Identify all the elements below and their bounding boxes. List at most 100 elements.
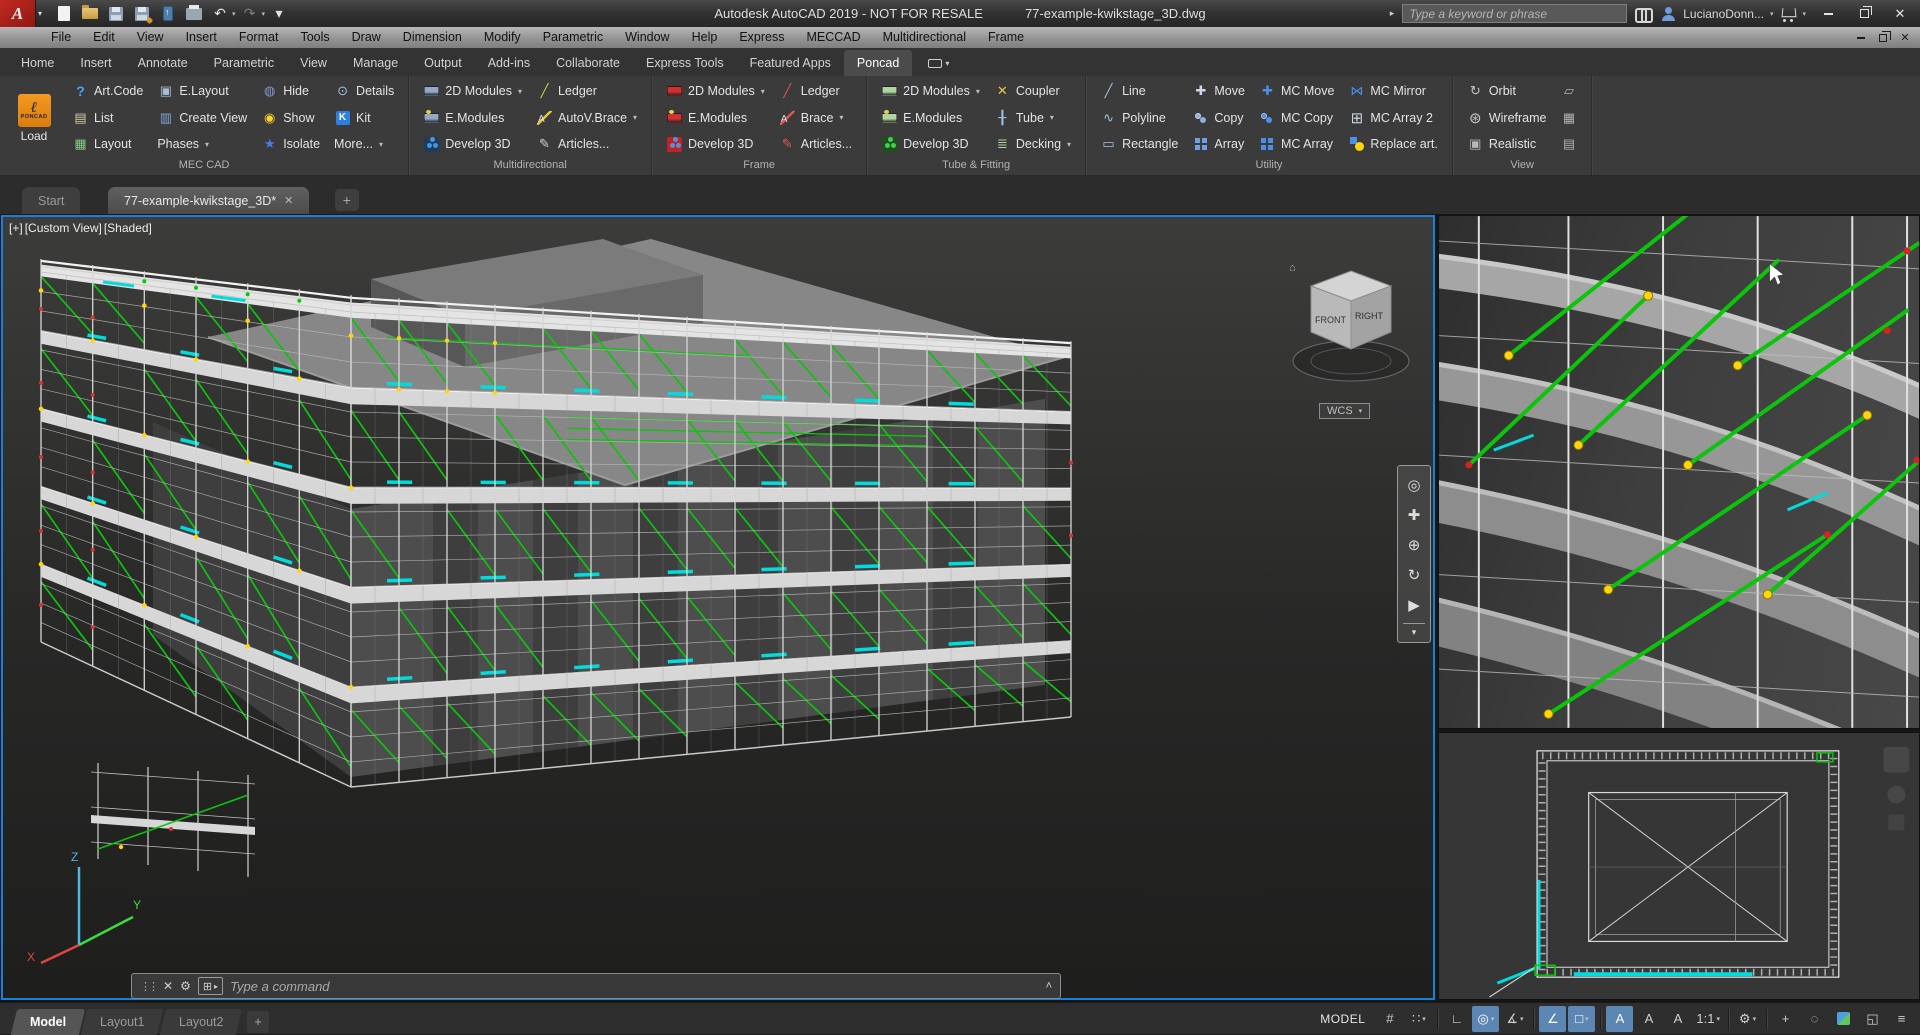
open-from-mobile-button[interactable] — [156, 3, 180, 25]
layout-tab-layout1[interactable]: Layout1 — [81, 1009, 164, 1035]
develop-3d-button[interactable]: Develop 3D — [877, 132, 984, 156]
undo-caret-icon[interactable]: ▾ — [232, 10, 236, 18]
layout-tab-model[interactable]: Model — [11, 1009, 86, 1035]
phases-button[interactable]: Phases▾ — [153, 132, 251, 156]
realistic-button[interactable]: ▣Realistic — [1463, 132, 1551, 156]
app-menu-caret-icon[interactable]: ▾ — [38, 9, 42, 18]
plus-button-button[interactable]: + — [1772, 1006, 1799, 1032]
plot-button[interactable] — [182, 3, 206, 25]
command-history-button[interactable]: ⊞▸ — [198, 977, 223, 995]
customize-icon[interactable]: ⚙ — [180, 979, 191, 993]
menu-window[interactable]: Window — [614, 27, 680, 48]
annotation-visibility-button[interactable]: A — [1606, 1006, 1633, 1032]
develop-3d-button[interactable]: Develop 3D — [419, 132, 526, 156]
ribbon-tab-express-tools[interactable]: Express Tools — [633, 50, 737, 76]
mc-copy-button[interactable]: MC Copy — [1255, 106, 1338, 130]
articles-button[interactable]: ✎Articles... — [532, 132, 641, 156]
ribbon-tab-annotate[interactable]: Annotate — [125, 50, 201, 76]
workspace-switching-button[interactable]: ⚙▾ — [1734, 1006, 1761, 1032]
annotation-scale-button[interactable]: A — [1664, 1006, 1691, 1032]
drawing-tab-active[interactable]: 77-example-kwikstage_3D*✕ — [108, 187, 309, 214]
menu-multidirectional[interactable]: Multidirectional — [872, 27, 977, 48]
autov-brace-button[interactable]: AAutoV.Brace▾ — [532, 106, 641, 130]
scale-value-button[interactable]: 1:1▾ — [1693, 1006, 1723, 1032]
menu-meccad[interactable]: MECCAD — [795, 27, 871, 48]
copy-button[interactable]: Copy — [1188, 106, 1249, 130]
polyline-button[interactable]: ∿Polyline — [1096, 106, 1182, 130]
new-layout-button[interactable]: + — [247, 1011, 269, 1033]
e-modules-button[interactable]: E.Modules — [877, 106, 984, 130]
layout-button[interactable]: ▦Layout — [68, 132, 147, 156]
menu-help[interactable]: Help — [681, 27, 729, 48]
ribbon-tab-home[interactable]: Home — [8, 50, 67, 76]
hide-button[interactable]: ◍Hide — [257, 79, 324, 103]
signed-in-user[interactable]: LucianoDonn... — [1683, 7, 1764, 21]
new-drawing-tab-button[interactable]: + — [335, 189, 359, 211]
snap-mode-button[interactable]: ∷▾ — [1405, 1006, 1432, 1032]
command-line[interactable]: ⋮⋮ ✕ ⚙ ⊞▸ Type a command ˄ — [131, 973, 1061, 999]
menu-view[interactable]: View — [126, 27, 175, 48]
menu-file[interactable]: File — [40, 27, 82, 48]
layout-tab-layout2[interactable]: Layout2 — [159, 1009, 242, 1035]
e-modules-button[interactable]: E.Modules — [419, 106, 526, 130]
app-store-cart-icon[interactable] — [1781, 8, 1796, 20]
save-as-button[interactable] — [130, 3, 154, 25]
menu-insert[interactable]: Insert — [175, 27, 228, 48]
qat-menu-button[interactable]: ▾ — [267, 3, 291, 25]
ribbon-tab-poncad[interactable]: Poncad — [844, 50, 912, 76]
redo-caret-icon[interactable]: ▾ — [262, 10, 266, 18]
tab-close-icon[interactable]: ✕ — [284, 194, 293, 207]
open-file-button[interactable] — [78, 3, 102, 25]
wcs-selector[interactable]: WCS ▾ — [1319, 403, 1370, 419]
viewport-menu-control[interactable]: [+] — [9, 221, 23, 235]
mc-mirror-button[interactable]: ⋈MC Mirror — [1344, 79, 1441, 103]
plan-viewport[interactable] — [1438, 732, 1920, 1000]
2d-modules-button[interactable]: 2D Modules▾ — [662, 79, 769, 103]
ribbon-tab-collaborate[interactable]: Collaborate — [543, 50, 633, 76]
menu-modify[interactable]: Modify — [473, 27, 532, 48]
ledger-button[interactable]: ╱Ledger — [532, 79, 641, 103]
grid-display-button[interactable]: # — [1376, 1006, 1403, 1032]
showmotion-icon[interactable]: ▶ — [1401, 590, 1427, 620]
menu-parametric[interactable]: Parametric — [532, 27, 614, 48]
viewport-3-button[interactable]: ▤ — [1556, 132, 1581, 156]
load-button[interactable]: ℓPONCADLoad — [7, 79, 61, 158]
tube-button[interactable]: ╂Tube▾ — [990, 106, 1075, 130]
save-button[interactable] — [104, 3, 128, 25]
mc-array-2-button[interactable]: ⊞MC Array 2 — [1344, 106, 1441, 130]
minimize-button[interactable] — [1814, 4, 1842, 24]
ribbon-tab-featured-apps[interactable]: Featured Apps — [737, 50, 844, 76]
main-viewport[interactable]: [+][Custom View][Shaded] FRONT RIGHT ⌂ W… — [1, 215, 1435, 1000]
kit-button[interactable]: KKit — [330, 106, 398, 130]
coupler-button[interactable]: ✕Coupler — [990, 79, 1075, 103]
visual-style-control[interactable]: [Shaded] — [104, 221, 152, 235]
doc-close-button[interactable]: ✕ — [1896, 30, 1914, 46]
drag-grip-icon[interactable]: ⋮⋮ — [140, 980, 156, 993]
orbit-icon[interactable]: ↻ — [1401, 560, 1427, 590]
search-toggle-icon[interactable]: ▸ — [1390, 8, 1395, 19]
more-button[interactable]: More...▾ — [330, 132, 398, 156]
details-button[interactable]: ⊙Details — [330, 79, 398, 103]
search-icon[interactable] — [1635, 8, 1653, 20]
ribbon-tab-output[interactable]: Output — [411, 50, 475, 76]
customization-menu-button[interactable]: ≡ — [1888, 1006, 1915, 1032]
zoom-icon[interactable]: ⊕ — [1401, 530, 1427, 560]
viewport-2-button[interactable]: ▦ — [1556, 106, 1581, 130]
autocad-logo-icon[interactable]: A — [0, 0, 36, 27]
restore-button[interactable] — [1850, 4, 1878, 24]
menu-frame[interactable]: Frame — [977, 27, 1035, 48]
help-caret-icon[interactable]: ▾ — [1802, 10, 1806, 18]
view-control[interactable]: [Custom View] — [25, 221, 102, 235]
menu-edit[interactable]: Edit — [82, 27, 126, 48]
clean-screen-button[interactable]: ◱ — [1859, 1006, 1886, 1032]
e-modules-button[interactable]: E.Modules — [662, 106, 769, 130]
detail-viewport[interactable] — [1438, 215, 1920, 729]
replace-art-button[interactable]: Replace art. — [1344, 132, 1441, 156]
drawing-tab-start[interactable]: Start — [22, 187, 80, 214]
search-input[interactable] — [1402, 4, 1627, 23]
model-space-label[interactable]: MODEL — [1310, 1012, 1375, 1026]
e-layout-button[interactable]: ▣E.Layout — [153, 79, 251, 103]
menu-format[interactable]: Format — [228, 27, 290, 48]
2d-modules-button[interactable]: 2D Modules▾ — [419, 79, 526, 103]
user-menu-caret-icon[interactable]: ▾ — [1770, 10, 1774, 18]
